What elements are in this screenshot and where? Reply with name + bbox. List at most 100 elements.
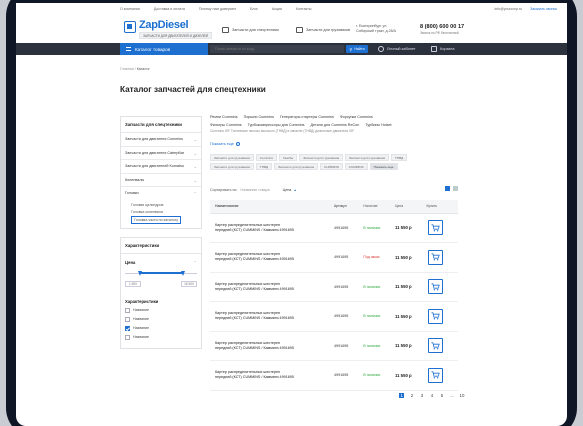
brand-link[interactable]: Фильтры Cummins — [210, 123, 242, 127]
column-header: Цена — [394, 200, 427, 214]
grid-view-icon[interactable] — [453, 186, 458, 191]
add-to-cart-button[interactable] — [428, 367, 444, 383]
tag[interactable]: Запчасти для грузовиков — [210, 154, 254, 161]
product-name[interactable]: Картер распределительных шестерен передни… — [210, 272, 334, 302]
site-logo[interactable]: ZapDiesel ЗАПЧАСТИ ДЛЯ ДВИГАТЕЛЕЙ И ДИЗЕ… — [124, 16, 212, 40]
page-link[interactable]: 2 — [409, 393, 414, 398]
excavator-icon — [222, 27, 229, 33]
product-name[interactable]: Картер распределительных шестерен передни… — [210, 242, 334, 273]
sidebar-subitem-active[interactable]: Головка части по каталогу — [131, 215, 182, 224]
tag[interactable]: Запчасти для грузовиков — [299, 154, 344, 161]
price-max-field[interactable]: 16 500 — [181, 280, 197, 287]
chevron-down-icon: ⌄ — [193, 150, 197, 156]
checkbox[interactable] — [125, 307, 130, 313]
add-to-cart-button[interactable] — [428, 308, 444, 324]
product-name[interactable]: Картер распределительных шестерен передни… — [210, 301, 334, 332]
brand-link[interactable]: Форсунки Cummins — [340, 115, 373, 119]
tag[interactable]: ТНВД — [391, 154, 408, 161]
tag[interactable]: CUMMINS — [344, 163, 368, 170]
topbar-link-trust[interactable]: Почему нам доверяют — [199, 7, 236, 11]
email-link[interactable]: info@yourcorp.ru — [494, 7, 522, 11]
filter-option[interactable]: Название — [125, 316, 197, 322]
brand-link[interactable]: Турбокомпрессоры для Cummins — [248, 123, 305, 127]
topbar-link-contacts[interactable]: Контакты — [296, 7, 312, 11]
sidebar-item-heads[interactable]: Головки ⌃ — [121, 187, 201, 200]
brand-link[interactable]: Ремни Cummins — [210, 115, 238, 119]
account-link[interactable]: Личный кабинет — [378, 43, 416, 55]
table-row: Картер распределительных шестерен передни… — [210, 360, 458, 391]
breadcrumb-home[interactable]: Главная — [120, 67, 134, 71]
topbar-link-delivery[interactable]: Доставка и оплата — [154, 7, 185, 11]
page-link[interactable]: 3 — [419, 393, 424, 398]
sidebar-subitem[interactable]: Головки цилиндров — [131, 202, 195, 209]
tag[interactable]: ТНВД — [255, 163, 273, 170]
sidebar-item-caterpillar[interactable]: Запчасти для двигателя Caterpillar ⌄ — [121, 147, 201, 161]
tag[interactable]: Cummins — [255, 154, 277, 161]
product-name[interactable]: Картер распределительных шестерен передни… — [210, 331, 334, 361]
show-more-label: Показать еще — [210, 142, 234, 146]
price-slider[interactable] — [125, 269, 197, 279]
search-input[interactable] — [210, 45, 344, 53]
breadcrumb-separator: / — [134, 67, 136, 71]
cart-link[interactable]: Корзина — [431, 43, 454, 55]
add-to-cart-button[interactable] — [428, 249, 444, 265]
trucks-link[interactable]: Запчасти для грузовиков — [296, 27, 350, 33]
product-price: 11 550 р — [394, 331, 427, 361]
topbar-link-promo[interactable]: Акции — [272, 7, 282, 11]
table-header: Наименование Артикул Наличие Цена Купить — [210, 200, 458, 214]
checkbox[interactable] — [125, 334, 130, 340]
price-min-field[interactable]: 1 500 — [125, 280, 141, 287]
phone-number[interactable]: 8 (800) 600 00 17 — [420, 24, 464, 30]
page-link[interactable]: 5 — [439, 393, 444, 398]
brand-link[interactable]: Турбины Holset — [365, 123, 391, 127]
tag[interactable]: Запчасти для грузовиков — [345, 154, 390, 161]
sort-bar: Сортировать по: Названию товара Цена ▴ — [210, 186, 458, 194]
sidebar-subitem[interactable]: Головка коленвала — [131, 209, 195, 216]
stock-status: В наличии — [363, 272, 395, 302]
slider-min-handle[interactable] — [137, 270, 142, 276]
slider-max-handle[interactable] — [181, 270, 186, 276]
tag[interactable]: Запчасти для грузовиков — [210, 163, 254, 170]
brand-link[interactable]: Детали для Cummins ReCon — [311, 123, 360, 127]
page-link[interactable]: 10 — [459, 393, 465, 398]
show-more-tags[interactable]: Показать еще — [369, 163, 398, 170]
filter-panel: Характеристики Цена ⌃ 1 500 16 500 Характ… — [120, 236, 202, 349]
filter-option[interactable]: Название — [125, 334, 197, 340]
special-equipment-link[interactable]: Запчасти для спецтехники — [222, 27, 279, 33]
checkbox-checked[interactable] — [125, 325, 130, 331]
tag[interactable]: Запчасти для грузовиков — [274, 163, 318, 170]
brand-link[interactable]: Генераторы стартеры Cummins — [280, 115, 334, 119]
filter-option[interactable]: Название — [125, 325, 197, 331]
product-name[interactable]: Картер распределительных шестерен передни… — [210, 213, 334, 243]
sort-price[interactable]: Цена — [283, 188, 292, 192]
sort-select[interactable]: Названию товара — [240, 188, 269, 192]
add-to-cart-button[interactable] — [428, 220, 444, 236]
topbar-link-about[interactable]: О компании — [120, 7, 140, 11]
search-button[interactable]: ⚲ Найти — [346, 45, 368, 53]
search-icon: ⚲ — [349, 46, 353, 52]
sidebar-item-cummins[interactable]: Запчасти для двигателя Cummins ⌄ — [121, 133, 201, 147]
checkbox[interactable] — [125, 316, 130, 322]
sidebar-item-crankshafts[interactable]: Коленвалы ⌄ — [121, 174, 201, 188]
brand-link[interactable]: Cummins ISF Топливные насосы высокого (Т… — [210, 129, 354, 133]
sidebar-item-komatsu[interactable]: Запчасти для двигателей Komatsu ⌄ — [121, 160, 201, 174]
page-link[interactable]: 4 — [429, 393, 434, 398]
characteristics-label: Характеристики — [125, 298, 159, 304]
tag[interactable]: Газобы — [278, 154, 298, 161]
stock-status: В наличии — [363, 331, 395, 361]
catalog-button[interactable]: Каталог товаров — [120, 43, 208, 55]
tag[interactable]: CUMMINS — [320, 163, 343, 170]
add-to-cart-button[interactable] — [428, 338, 444, 354]
logo-text: ZapDiesel — [139, 19, 189, 31]
add-to-cart-button[interactable] — [428, 279, 444, 295]
list-view-icon[interactable] — [445, 186, 450, 191]
product-name-line: передний (КСТ) CUMMINS / Камминз 4991695 — [215, 316, 294, 321]
cart-icon — [431, 224, 441, 232]
product-name[interactable]: Картер распределительных шестерен передни… — [210, 360, 334, 391]
callback-link[interactable]: Заказать звонок — [530, 7, 557, 11]
topbar-link-blog[interactable]: Блог — [250, 7, 258, 11]
filter-option[interactable]: Название — [125, 307, 197, 313]
page-link-current[interactable]: 1 — [399, 393, 405, 398]
show-more-link[interactable]: Показать еще — [210, 142, 240, 146]
brand-link[interactable]: Поршни Cummins — [244, 115, 274, 119]
